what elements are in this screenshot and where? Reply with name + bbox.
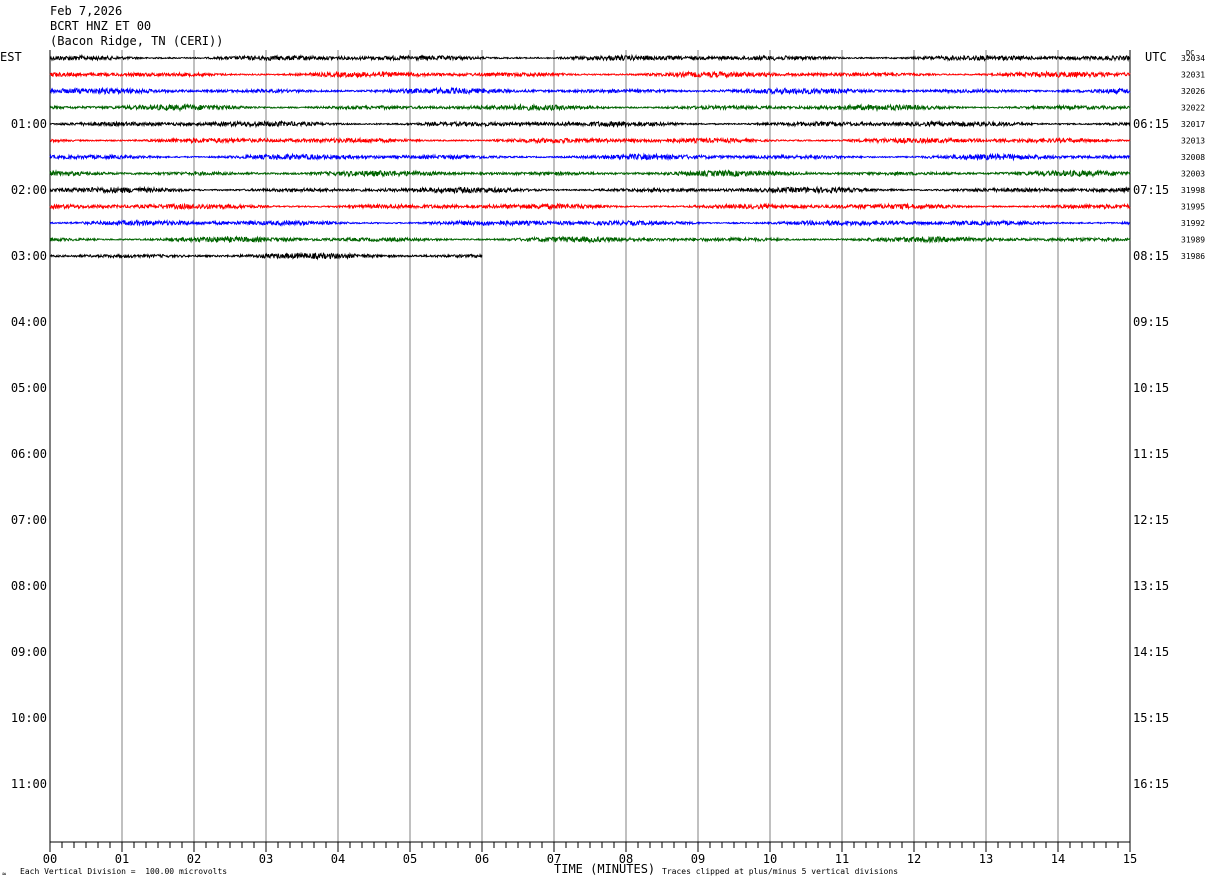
x-axis-ticks: [49, 842, 1131, 852]
trace-row-4: [49, 119, 1131, 129]
trace-row-10: [49, 218, 1131, 228]
axis-labels: 00 01 02 03 04 05 06 07 08 09 10 11 12 13 14 1501:0002:…: [11, 54, 1205, 866]
left-hour-label: 07:00: [11, 513, 47, 527]
dc-offset-label: 32003: [1181, 170, 1205, 179]
dc-offset-label: 32013: [1181, 137, 1205, 146]
minute-gridlines: [49, 50, 1131, 843]
seismic-traces: [49, 53, 1131, 261]
x-tick-label: 05: [403, 852, 417, 866]
x-tick-label: 13: [979, 852, 993, 866]
right-hour-label: 16:15: [1133, 777, 1169, 791]
trace-row-5: [49, 136, 1131, 145]
dc-offset-label: 32034: [1181, 54, 1205, 63]
trace-row-0: [49, 53, 1131, 62]
trace-row-6: [49, 152, 1131, 162]
left-hour-label: 10:00: [11, 711, 47, 725]
trace-row-11: [49, 235, 1131, 244]
dc-offset-label: 32008: [1181, 153, 1205, 162]
left-hour-label: 11:00: [11, 777, 47, 791]
right-hour-label: 11:15: [1133, 447, 1169, 461]
right-hour-label: 06:15: [1133, 117, 1169, 131]
left-hour-label: 05:00: [11, 381, 47, 395]
clip-note: Traces clipped at plus/minus 5 vertical …: [662, 867, 899, 876]
right-hour-label: 15:15: [1133, 711, 1169, 725]
left-hour-label: 03:00: [11, 249, 47, 263]
trace-row-8: [49, 185, 1131, 195]
left-hour-label: 04:00: [11, 315, 47, 329]
x-tick-label: 00: [43, 852, 57, 866]
left-hour-label: 09:00: [11, 645, 47, 659]
helicorder-plot: 00 01 02 03 04 05 06 07 08 09 10 11 12 13 14 1501:0002:…: [11, 50, 1205, 866]
x-tick-label: 10: [763, 852, 777, 866]
dc-offset-label: 31998: [1181, 186, 1205, 195]
x-tick-label: 11: [835, 852, 849, 866]
dc-offset-label: 31992: [1181, 219, 1205, 228]
x-tick-label: 12: [907, 852, 921, 866]
right-hour-label: 14:15: [1133, 645, 1169, 659]
x-tick-label: 03: [259, 852, 273, 866]
right-hour-label: 08:15: [1133, 249, 1169, 263]
trace-row-9: [49, 202, 1131, 211]
x-tick-label: 01: [115, 852, 129, 866]
left-hour-label: 06:00: [11, 447, 47, 461]
x-tick-label: 09: [691, 852, 705, 866]
dc-offset-label: 32026: [1181, 87, 1205, 96]
x-tick-label: 06: [475, 852, 489, 866]
trace-row-7: [49, 169, 1131, 178]
dc-offset-label: 32017: [1181, 120, 1205, 129]
dc-offset-label: 31989: [1181, 236, 1205, 245]
trace-row-2: [49, 86, 1131, 96]
x-axis-title: TIME (MINUTES): [554, 862, 656, 876]
left-hour-label: 08:00: [11, 579, 47, 593]
right-hour-label: 13:15: [1133, 579, 1169, 593]
right-hour-label: 07:15: [1133, 183, 1169, 197]
right-hour-label: 12:15: [1133, 513, 1169, 527]
trace-row-1: [49, 70, 1131, 79]
trace-row-3: [49, 103, 1131, 113]
left-hour-label: 01:00: [11, 117, 47, 131]
right-hour-label: 09:15: [1133, 315, 1169, 329]
right-hour-label: 10:15: [1133, 381, 1169, 395]
dc-offset-label: 31995: [1181, 203, 1205, 212]
x-tick-label: 15: [1123, 852, 1137, 866]
x-tick-label: 14: [1051, 852, 1065, 866]
x-tick-label: 04: [331, 852, 345, 866]
dc-offset-label: 32022: [1181, 104, 1205, 113]
x-tick-label: 02: [187, 852, 201, 866]
dc-offset-label: 32031: [1181, 71, 1205, 80]
scale-note: Each Vertical Division = 100.00 microvol…: [20, 867, 228, 876]
left-hour-label: 02:00: [11, 183, 47, 197]
dc-offset-label: 31986: [1181, 252, 1205, 261]
logo-mark: ≈: [2, 870, 7, 878]
